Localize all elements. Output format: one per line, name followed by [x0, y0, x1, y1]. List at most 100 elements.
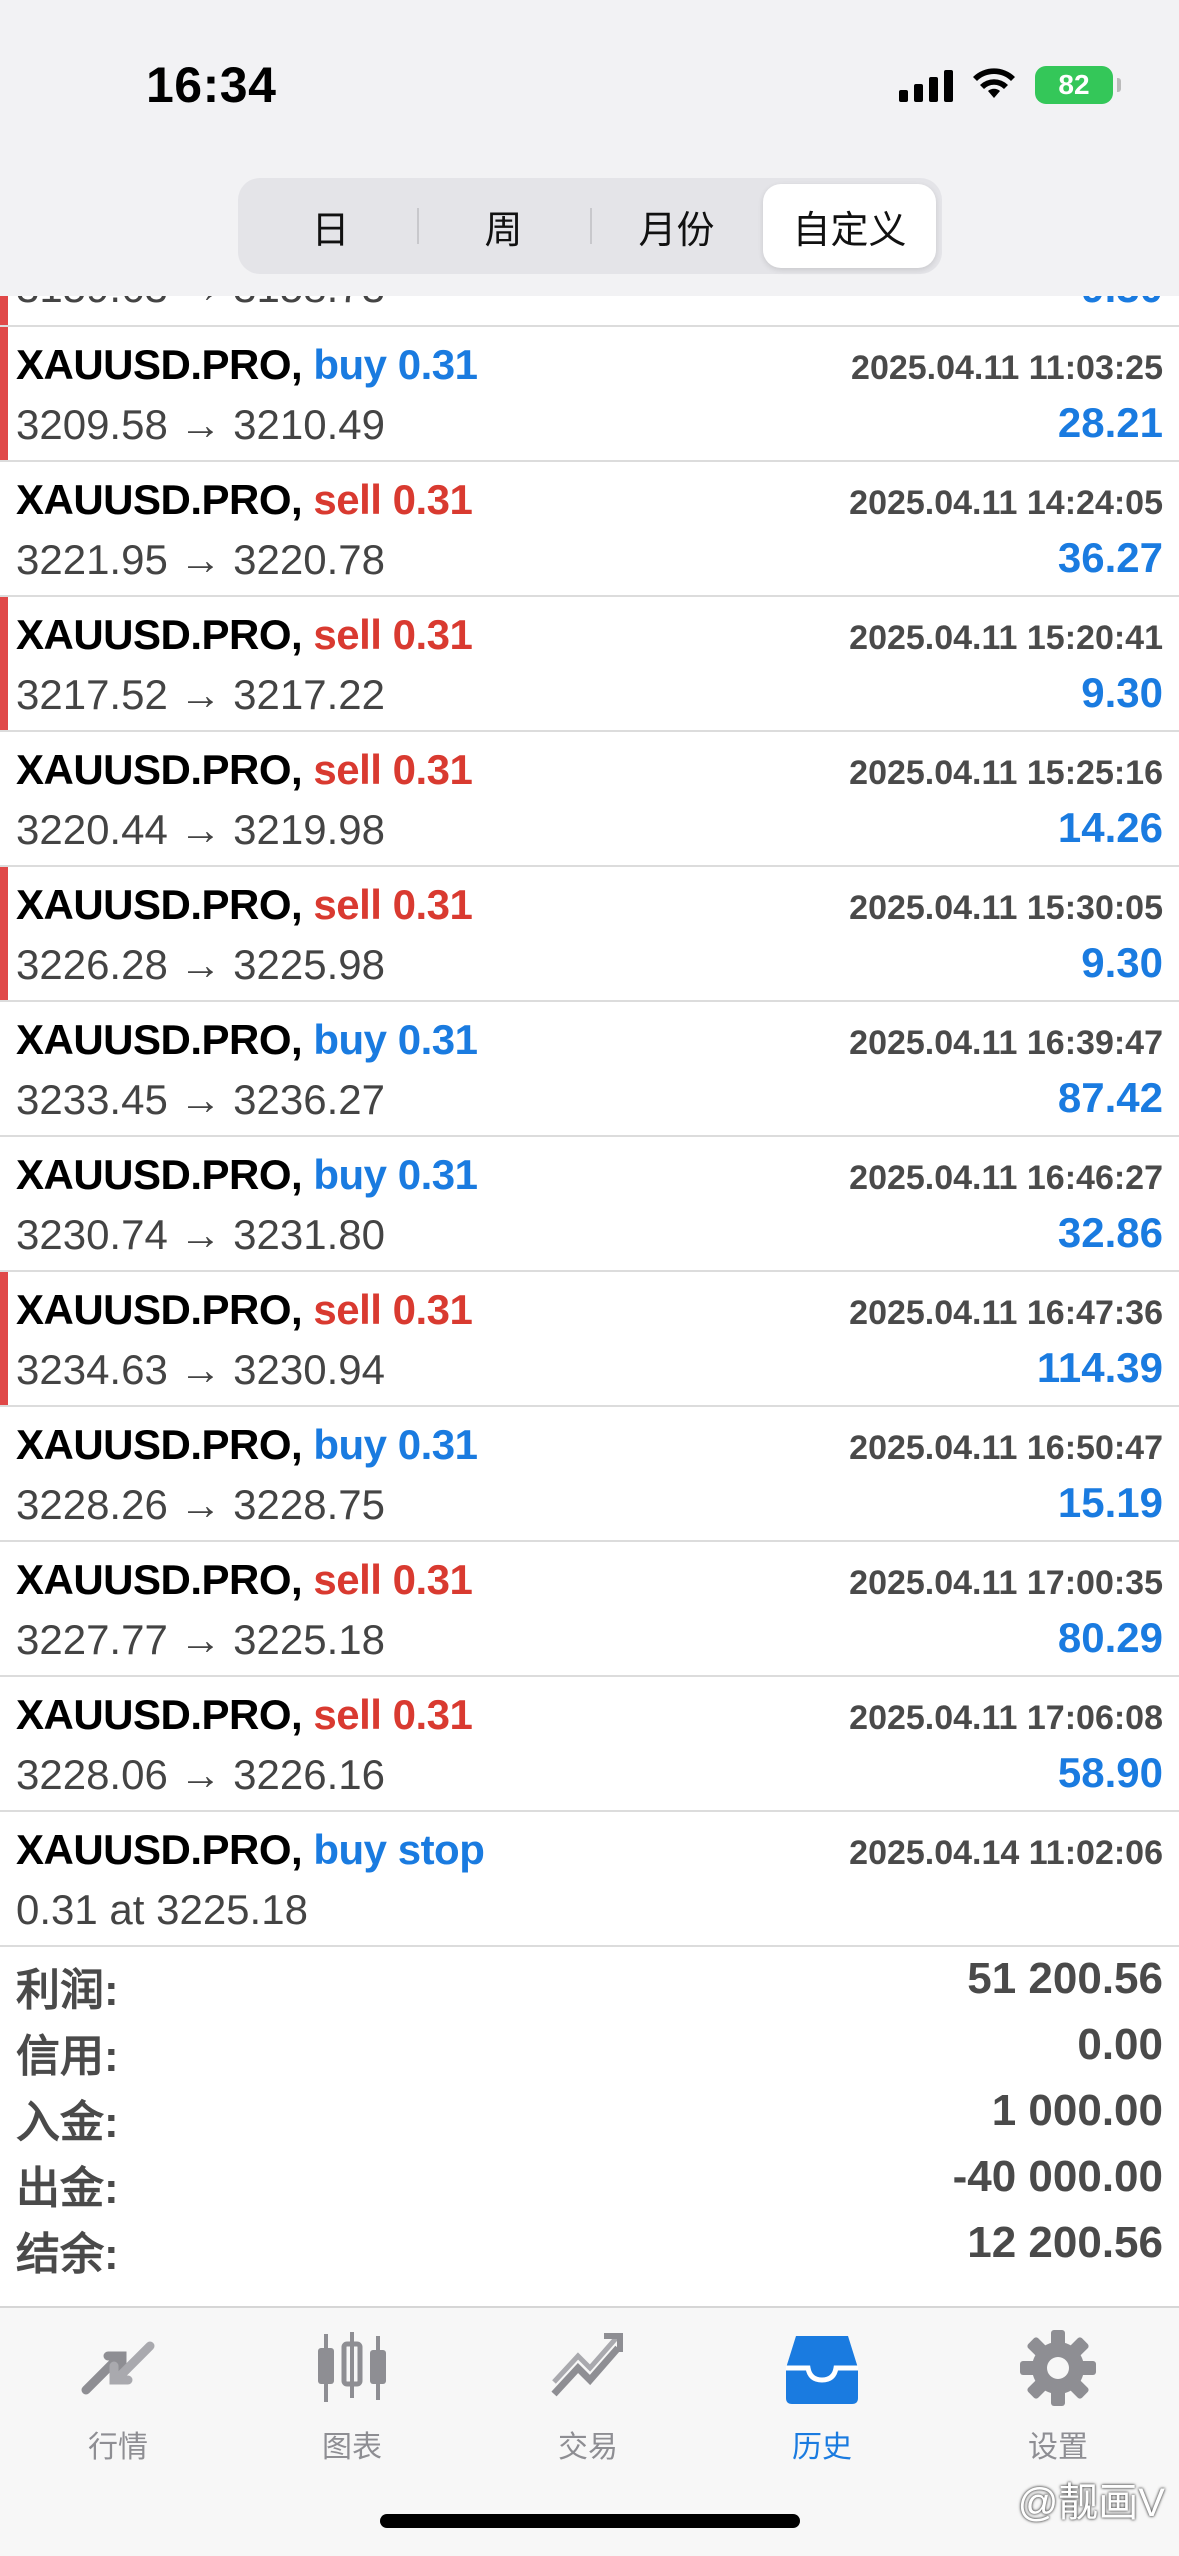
summary-balance: 结余: 12 200.56 [0, 2212, 1179, 2279]
trade-date: 2025.04.11 15:30:05 [849, 889, 1163, 927]
trade-profit: 28.21 [1057, 399, 1163, 446]
row-marker [0, 1272, 8, 1405]
period-segmented-control: 日 周 月份 自定义 [238, 178, 942, 274]
table-row[interactable]: XAUUSD.PRO, sell 0.31 2025.04.11 15:30:05… [0, 867, 1179, 1002]
trade-symbol: XAUUSD.PRO, [16, 746, 303, 793]
row-marker [0, 296, 8, 325]
trade-title: XAUUSD.PRO, sell 0.31 [16, 1556, 473, 1604]
trade-prices: 3227.77 → 3225.18 [16, 1616, 385, 1663]
chart-icon [318, 2332, 386, 2402]
trade-profit: 36.27 [1057, 534, 1163, 581]
trade-date: 2025.04.11 17:06:08 [849, 1699, 1163, 1737]
trade-title: XAUUSD.PRO, buy 0.31 [16, 1016, 478, 1064]
trade-side: sell 0.31 [313, 1556, 473, 1603]
wifi-icon [973, 68, 1015, 98]
trade-profit: 9.30 [1081, 669, 1163, 716]
table-row[interactable]: XAUUSD.PRO, sell 0.31 2025.04.11 16:47:36… [0, 1272, 1179, 1407]
table-row[interactable]: 3159.63 → 3158.73 9.30 [0, 296, 1179, 327]
row-marker [0, 597, 8, 730]
table-row[interactable]: XAUUSD.PRO, sell 0.31 2025.04.11 17:06:08… [0, 1677, 1179, 1812]
tab-label: 图表 [322, 2431, 382, 2464]
summary-label: 出金: [16, 2164, 119, 2213]
cellular-signal-icon [899, 68, 953, 102]
summary-withdrawal: 出金: -40 000.00 [0, 2146, 1179, 2213]
tab-settings[interactable]: 设置 [958, 2328, 1158, 2488]
trade-date: 2025.04.11 15:25:16 [849, 754, 1163, 792]
trade-date: 2025.04.11 16:39:47 [849, 1024, 1163, 1062]
trade-symbol: XAUUSD.PRO, [16, 1151, 303, 1198]
table-row[interactable]: XAUUSD.PRO, buy 0.31 2025.04.11 11:03:25 3… [0, 327, 1179, 462]
tab-history[interactable]: 历史 [722, 2328, 922, 2488]
trade-prices: 3159.63 → 3158.73 [16, 296, 385, 312]
trade-prices: 3217.52 → 3217.22 [16, 671, 385, 718]
trade-title: XAUUSD.PRO, sell 0.31 [16, 1286, 473, 1334]
trade-profit: 114.39 [1036, 1344, 1163, 1391]
trade-date: 2025.04.14 11:02:06 [849, 1834, 1163, 1872]
segment-custom[interactable]: 自定义 [763, 184, 936, 268]
segment-week[interactable]: 周 [417, 184, 590, 268]
trade-side: buy 0.31 [313, 1016, 478, 1063]
trade-side: buy stop [313, 1826, 485, 1873]
tab-quotes[interactable]: 行情 [18, 2328, 218, 2488]
table-row[interactable]: XAUUSD.PRO, sell 0.31 2025.04.11 15:25:16… [0, 732, 1179, 867]
trade-date: 2025.04.11 14:24:05 [849, 484, 1163, 522]
trade-date: 2025.04.11 16:47:36 [849, 1294, 1163, 1332]
table-row[interactable]: XAUUSD.PRO, buy 0.31 2025.04.11 16:46:27 3… [0, 1137, 1179, 1272]
table-row[interactable]: XAUUSD.PRO, buy stop 2025.04.14 11:02:06 0… [0, 1812, 1179, 1947]
summary-deposit: 入金: 1 000.00 [0, 2080, 1179, 2147]
summary-label: 信用: [16, 2032, 119, 2081]
summary-value: 51 200.56 [967, 1954, 1163, 2003]
tab-chart[interactable]: 图表 [252, 2328, 452, 2488]
trade-side: buy 0.31 [313, 1151, 478, 1198]
trade-prices: 3228.06 → 3226.16 [16, 1751, 385, 1798]
table-row[interactable]: XAUUSD.PRO, sell 0.31 2025.04.11 17:00:35… [0, 1542, 1179, 1677]
trade-date: 2025.04.11 16:50:47 [849, 1429, 1163, 1467]
account-summary: 利润: 51 200.56 信用: 0.00 入金: 1 000.00 出金: … [0, 1948, 1179, 2306]
trade-title: XAUUSD.PRO, buy stop [16, 1826, 485, 1874]
summary-value: 1 000.00 [991, 2086, 1163, 2135]
segment-day[interactable]: 日 [244, 184, 417, 268]
trade-symbol: XAUUSD.PRO, [16, 881, 303, 928]
home-indicator[interactable] [380, 2514, 800, 2528]
trade-symbol: XAUUSD.PRO, [16, 1691, 303, 1738]
table-row[interactable]: XAUUSD.PRO, buy 0.31 2025.04.11 16:39:47 3… [0, 1002, 1179, 1137]
trade-title: XAUUSD.PRO, sell 0.31 [16, 611, 473, 659]
table-row[interactable]: XAUUSD.PRO, sell 0.31 2025.04.11 14:24:05… [0, 462, 1179, 597]
table-row[interactable]: XAUUSD.PRO, sell 0.31 2025.04.11 15:20:41… [0, 597, 1179, 732]
trade-icon [551, 2333, 623, 2397]
trade-date: 2025.04.11 15:20:41 [849, 619, 1163, 657]
trade-side: buy 0.31 [313, 1421, 478, 1468]
summary-profit: 利润: 51 200.56 [0, 1948, 1179, 2015]
trade-prices: 3220.44 → 3219.98 [16, 806, 385, 853]
trade-prices: 0.31 at 3225.18 [16, 1886, 308, 1933]
trade-prices: 3230.74 → 3231.80 [16, 1211, 385, 1258]
trade-prices: 3234.63 → 3230.94 [16, 1346, 385, 1393]
summary-credit: 信用: 0.00 [0, 2014, 1179, 2081]
top-header: 16:34 82 日 周 月份 自定义 [0, 0, 1179, 296]
trade-profit: 9.30 [1081, 939, 1163, 986]
trade-title: XAUUSD.PRO, sell 0.31 [16, 1691, 473, 1739]
quotes-icon [81, 2341, 155, 2395]
trade-side: sell 0.31 [313, 746, 473, 793]
trade-prices: 3233.45 → 3236.27 [16, 1076, 385, 1123]
trade-profit: 32.86 [1057, 1209, 1163, 1256]
status-indicators: 82 [899, 66, 1121, 104]
trade-date: 2025.04.11 17:00:35 [849, 1564, 1163, 1602]
trade-title: XAUUSD.PRO, buy 0.31 [16, 341, 478, 389]
trade-title: XAUUSD.PRO, buy 0.31 [16, 1421, 478, 1469]
trade-prices: 3209.58 → 3210.49 [16, 401, 385, 448]
tab-trade[interactable]: 交易 [488, 2328, 688, 2488]
segment-month[interactable]: 月份 [590, 184, 763, 268]
table-row[interactable]: XAUUSD.PRO, buy 0.31 2025.04.11 16:50:47 3… [0, 1407, 1179, 1542]
trade-profit: 14.26 [1057, 804, 1163, 851]
history-icon [786, 2336, 858, 2404]
tab-label: 交易 [558, 2431, 618, 2464]
trade-symbol: XAUUSD.PRO, [16, 611, 303, 658]
summary-value: 0.00 [1077, 2020, 1163, 2069]
row-marker [0, 867, 8, 1000]
battery-icon: 82 [1035, 66, 1121, 104]
summary-label: 结余: [16, 2230, 119, 2279]
trade-symbol: XAUUSD.PRO, [16, 476, 303, 523]
trade-symbol: XAUUSD.PRO, [16, 1421, 303, 1468]
trade-title: XAUUSD.PRO, buy 0.31 [16, 1151, 478, 1199]
